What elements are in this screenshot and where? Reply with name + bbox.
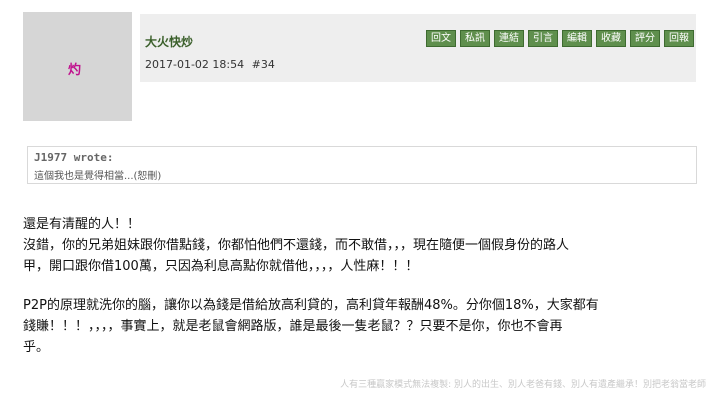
avatar[interactable]: 灼 — [23, 12, 132, 121]
quote-button[interactable]: 引言 — [528, 30, 558, 47]
body-line: P2P的原理就洗你的腦，讓你以為錢是借給放高利貸的，高利貸年報酬48%。分你個1… — [23, 298, 599, 313]
post-number[interactable]: #34 — [252, 58, 275, 71]
favorite-button[interactable]: 收藏 — [596, 30, 626, 47]
author-name[interactable]: 大火快炒 — [145, 33, 193, 50]
private-message-button[interactable]: 私訊 — [460, 30, 490, 47]
body-line: 甲，開口跟你借100萬，只因為利息高點你就借他，，，，人性麻！！！ — [23, 259, 419, 274]
post-meta: 2017-01-02 18:54 #34 — [145, 58, 279, 71]
body-line: 錢賺！！！，，，，事實上，就是老鼠會網路版，誰是最後一隻老鼠？？只要不是你，你也… — [23, 319, 563, 334]
post-actions: 回文 私訊 連結 引言 編輯 收藏 評分 回報 — [426, 30, 694, 47]
avatar-image: 灼 — [68, 63, 82, 78]
body-line: 沒錯，你的兄弟姐妹跟你借點錢，你都怕他們不還錢，而不敢借，，，現在隨便一個假身份… — [23, 238, 570, 253]
body-line: 還是有清醒的人！！ — [23, 217, 141, 232]
report-button[interactable]: 回報 — [664, 30, 694, 47]
body-line: 乎。 — [23, 340, 50, 355]
link-button[interactable]: 連結 — [494, 30, 524, 47]
post-header — [140, 14, 696, 82]
quote-author: J1977 wrote: — [34, 151, 114, 164]
post-timestamp: 2017-01-02 18:54 — [145, 58, 245, 71]
signature: 人有三種贏家模式無法複製: 別人的出生、別人老爸有錢、別人有遺產繼承！別把老翁當… — [340, 380, 706, 390]
quote-text: 這個我也是覺得相當...(恕刪) — [34, 171, 162, 182]
quote-block: J1977 wrote: 這個我也是覺得相當...(恕刪) — [27, 146, 697, 184]
reply-button[interactable]: 回文 — [426, 30, 456, 47]
edit-button[interactable]: 編輯 — [562, 30, 592, 47]
rate-button[interactable]: 評分 — [630, 30, 660, 47]
post-body: 還是有清醒的人！！ 沒錯，你的兄弟姐妹跟你借點錢，你都怕他們不還錢，而不敢借，，… — [23, 214, 703, 358]
